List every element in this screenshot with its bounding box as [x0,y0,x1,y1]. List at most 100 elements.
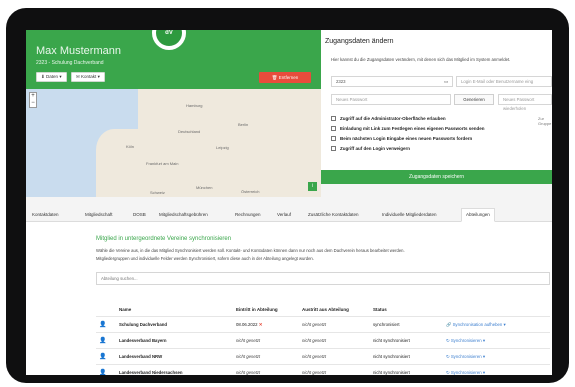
user-icon: 👤 [99,354,107,360]
daten-dropdown-button[interactable]: ⬇ Daten ▾ [36,72,67,82]
map-label: Frankfurt am Main [146,161,179,166]
column-header-austritt: Austritt aus Abteilung [302,307,349,312]
checkbox[interactable] [331,116,336,122]
caret-down-icon: ▾ [482,338,485,343]
sync-action-link[interactable]: 🔗 Synchronisation aufheben ▾ [446,322,506,328]
map-label: Österreich [241,189,260,194]
map-label: Hamburg [186,103,203,108]
tab-verlauf[interactable]: Verlauf [277,208,291,222]
user-icon: 👤 [99,338,107,344]
checkbox-force-new-password[interactable]: Beim nächsten Login Eingabe eines neuen … [331,136,472,142]
tab-mitgliedschaftsgebuehren[interactable]: Mitgliedschaftsgebühren [159,208,208,222]
row-austritt: nicht gesetzt [302,338,327,343]
tab-abteilungen[interactable]: Abteilungen [461,208,495,222]
caret-down-icon: ▾ [59,74,62,79]
row-divider [96,316,550,317]
abteilung-search-input[interactable]: Abteilung suchen... [96,272,550,285]
repeat-password-field[interactable]: Neues Passwort wiederholen [498,94,552,111]
caret-down-icon: ▾ [503,322,506,327]
checkbox-admin-access[interactable]: Zugriff auf die Administrator-Oberfläche… [331,116,446,122]
member-header: Max Mustermann 2323 - Schulung Dachverba… [26,30,321,89]
row-name: Landesverband Bayern [119,338,167,343]
row-name: Landesverband Niedersachsen [119,370,183,375]
map-zoom-control[interactable]: + − [29,92,37,108]
access-description: Hier kannst du die Zugangsdaten veränder… [331,57,511,62]
generate-button[interactable]: Generieren [454,94,494,105]
access-panel: Zugangsdaten ändern Hier kannst du die Z… [321,30,552,184]
user-icon: 👤 [99,322,107,328]
sync-action-link[interactable]: ↻ Synchronisieren ▾ [446,370,485,375]
row-status: nicht synchronisiert [373,338,410,343]
refresh-icon: ↻ [446,354,450,359]
member-subtitle: 2323 - Schulung Dachverband [36,60,104,66]
row-divider [96,364,550,365]
caret-down-icon: ▾ [482,370,485,375]
map-label: Deutschland [178,129,201,134]
row-austritt: nicht gesetzt [302,354,327,359]
checkbox-invite-link[interactable]: Einladung mit Link zum Festlegen eines e… [331,126,485,132]
info-icon[interactable]: i [308,182,317,191]
row-eintritt: 08.06.2022 ✕ [236,322,263,327]
section-title: Mitglied in untergeordnete Vereine synch… [96,236,232,242]
tab-rechnungen[interactable]: Rechnungen [235,208,261,222]
checkbox[interactable] [331,136,336,142]
refresh-icon: ↻ [446,370,450,375]
section-description: Wähle die Vereine aus, in die das Mitgli… [96,248,405,253]
checkbox[interactable] [331,146,336,152]
link-icon: 🔗 [446,322,452,327]
login-field[interactable]: Login E-Mail oder Benutzername eing [456,76,552,87]
caret-down-icon: ▾ [97,74,100,79]
abteilungen-content: Mitglied in untergeordnete Vereine synch… [26,222,552,375]
tab-individuelle-mitgliederdaten[interactable]: Individuelle Mitgliederdaten [382,208,437,222]
tab-bar: Kontaktdaten Mitgliedschaft DOSB Mitglie… [26,208,552,222]
row-name: Landesverband NRW [119,354,163,359]
caret-down-icon: ▾ [482,354,485,359]
map-label: München [196,185,213,190]
entfernen-button[interactable]: 🗑 Entfernen [259,72,311,83]
map-label: Berlin [238,122,249,127]
row-eintritt: nicht gesetzt [236,354,261,359]
row-status: nicht synchronisiert [373,354,410,359]
trash-icon: 🗑 [271,75,278,80]
column-header-status: Status [373,307,387,312]
kontakt-dropdown-button[interactable]: ✉ Kontakt ▾ [71,72,105,82]
column-header-eintritt: Eintritt in Abteilung [236,307,278,312]
checkbox[interactable] [331,126,336,132]
download-icon: ⬇ [41,74,45,79]
row-eintritt: nicht gesetzt [236,370,261,375]
map-land [138,89,321,197]
tab-mitgliedschaft[interactable]: Mitgliedschaft [85,208,113,222]
sync-action-link[interactable]: ↻ Synchronisieren ▾ [446,354,485,360]
row-austritt: nicht gesetzt [302,370,327,375]
member-name: Max Mustermann [36,45,121,57]
group-note: Zur Gruppe [538,116,552,126]
checkbox-deny-login[interactable]: Zugriff auf den Login verweigern [331,146,410,152]
row-divider [96,348,550,349]
map-label: Schweiz [150,190,165,195]
tab-kontaktdaten[interactable]: Kontaktdaten [32,208,59,222]
save-access-button[interactable]: Zugangsdaten speichern [321,170,552,184]
access-title: Zugangsdaten ändern [325,38,394,45]
row-status: synchronisiert [373,322,400,327]
remove-date-icon[interactable]: ✕ [259,322,263,327]
envelope-icon: ✉ [76,74,80,79]
location-map[interactable]: Deutschland Berlin Hamburg Frankfurt am … [26,89,321,197]
card-icon: ▭ [443,79,448,84]
refresh-icon: ↻ [446,338,450,343]
map-label: Köln [126,144,135,149]
app-screen: Max Mustermann 2323 - Schulung Dachverba… [26,30,552,375]
row-divider [96,332,550,333]
section-description: Mitgliedergruppen und individuelle Felde… [96,256,314,261]
map-label: Leipzig [216,145,229,150]
row-austritt: nicht gesetzt [302,322,327,327]
user-id-field[interactable]: 2323 ▭ [331,76,453,87]
row-status: nicht synchronisiert [373,370,410,375]
user-icon: 👤 [99,370,107,375]
row-eintritt: nicht gesetzt [236,338,261,343]
tab-dosb[interactable]: DOSB [133,208,146,222]
new-password-field[interactable]: Neues Passwort [331,94,451,105]
sync-action-link[interactable]: ↻ Synchronisieren ▾ [446,338,485,344]
column-header-name: Name [119,307,132,312]
tab-zusaetzliche-kontaktdaten[interactable]: Zusätzliche Kontaktdaten [308,208,359,222]
row-name: Schulung Dachverband [119,322,167,327]
